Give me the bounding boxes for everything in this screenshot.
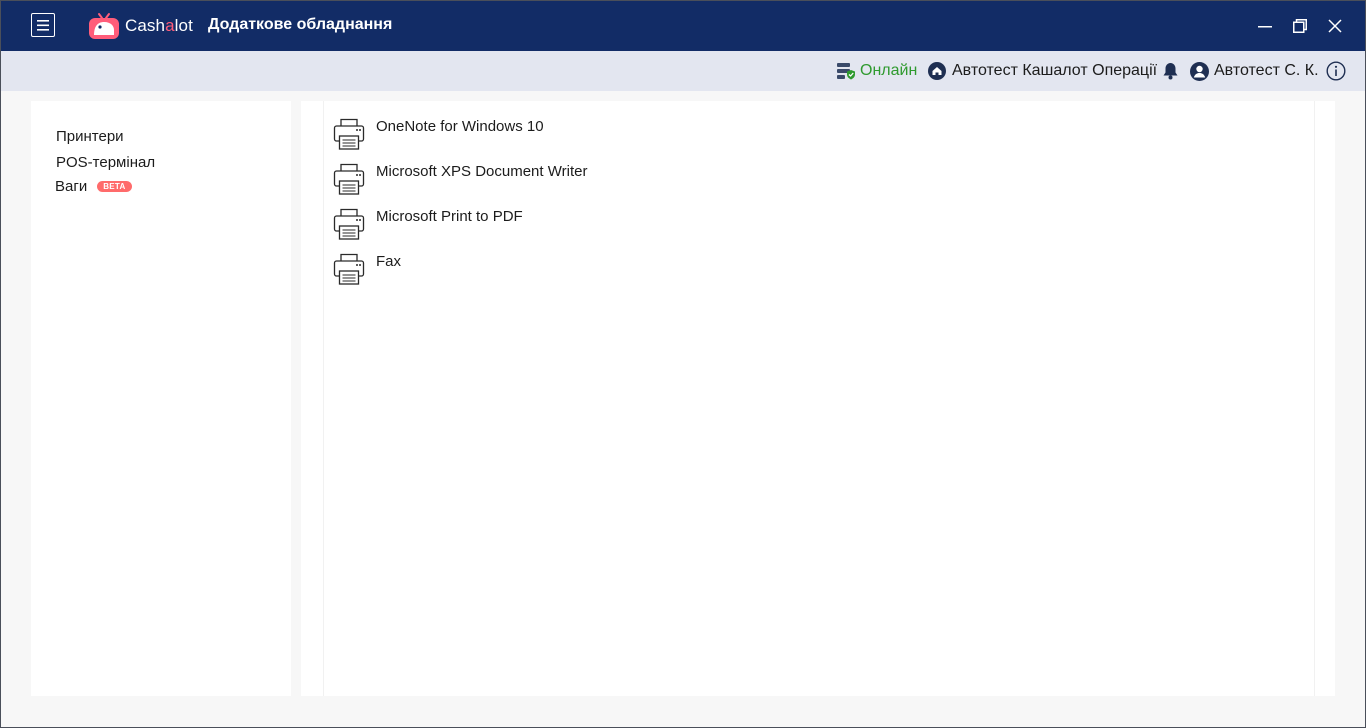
user-label: Автотест С. К.: [1214, 62, 1319, 79]
sidebar-item-pos-terminal[interactable]: POS-термінал: [56, 154, 155, 171]
list-item[interactable]: OneNote for Windows 10: [332, 117, 932, 157]
store-selector[interactable]: Автотест Кашалот Операції: [928, 51, 1157, 91]
app-window: Cashalot Додаткове обладнання Онлайн Авт…: [0, 0, 1366, 728]
printer-icon: [333, 208, 365, 240]
notifications-button[interactable]: [1162, 51, 1179, 91]
restore-icon: [1293, 19, 1307, 33]
info-icon: [1326, 61, 1346, 81]
sidebar-item-label: Принтери: [56, 128, 124, 145]
printer-name: Microsoft Print to PDF: [376, 208, 523, 225]
beta-badge: BETA: [97, 181, 132, 192]
connection-status[interactable]: Онлайн: [836, 51, 917, 91]
home-icon: [928, 62, 946, 80]
restore-button[interactable]: [1289, 15, 1311, 37]
title-bar: Cashalot Додаткове обладнання: [1, 1, 1365, 51]
sidebar-item-printers[interactable]: Принтери: [56, 128, 124, 145]
user-menu[interactable]: Автотест С. К.: [1190, 51, 1319, 91]
sidebar-item-label: Ваги: [55, 178, 88, 195]
info-button[interactable]: [1326, 51, 1346, 91]
logo-text: Cashalot: [125, 16, 193, 35]
user-circle-icon: [1190, 61, 1209, 81]
menu-button[interactable]: [31, 13, 55, 37]
close-button[interactable]: [1324, 15, 1346, 37]
printer-icon: [333, 253, 365, 285]
server-check-icon: [837, 63, 855, 80]
printer-icon: [333, 118, 365, 150]
connection-status-label: Онлайн: [860, 62, 918, 79]
app-logo: Cashalot: [87, 10, 193, 42]
list-item[interactable]: Microsoft XPS Document Writer: [332, 162, 932, 202]
bell-icon: [1163, 63, 1178, 80]
printer-list: OneNote for Windows 10 Microsoft XPS Doc…: [323, 101, 1315, 696]
sidebar: Принтери POS-термінал Ваги BETA: [31, 101, 291, 696]
printer-name: Microsoft XPS Document Writer: [376, 163, 588, 180]
close-icon: [1328, 19, 1342, 33]
store-label: Автотест Кашалот Операції: [952, 62, 1158, 79]
page-title: Додаткове обладнання: [208, 16, 393, 33]
list-item[interactable]: Fax: [332, 252, 932, 292]
hamburger-icon: [37, 19, 49, 31]
cashalot-logo-icon: [89, 13, 119, 39]
status-bar: Онлайн Автотест Кашалот Операції Автотес…: [1, 51, 1365, 91]
minimize-button[interactable]: [1254, 15, 1276, 37]
main-panel: OneNote for Windows 10 Microsoft XPS Doc…: [301, 101, 1335, 696]
sidebar-item-label: POS-термінал: [56, 154, 156, 171]
minimize-icon: [1258, 26, 1272, 28]
sidebar-item-scales[interactable]: Ваги BETA: [55, 178, 132, 195]
printer-name: Fax: [376, 253, 402, 270]
list-item[interactable]: Microsoft Print to PDF: [332, 207, 932, 247]
printer-icon: [333, 163, 365, 195]
printer-name: OneNote for Windows 10: [376, 118, 544, 135]
